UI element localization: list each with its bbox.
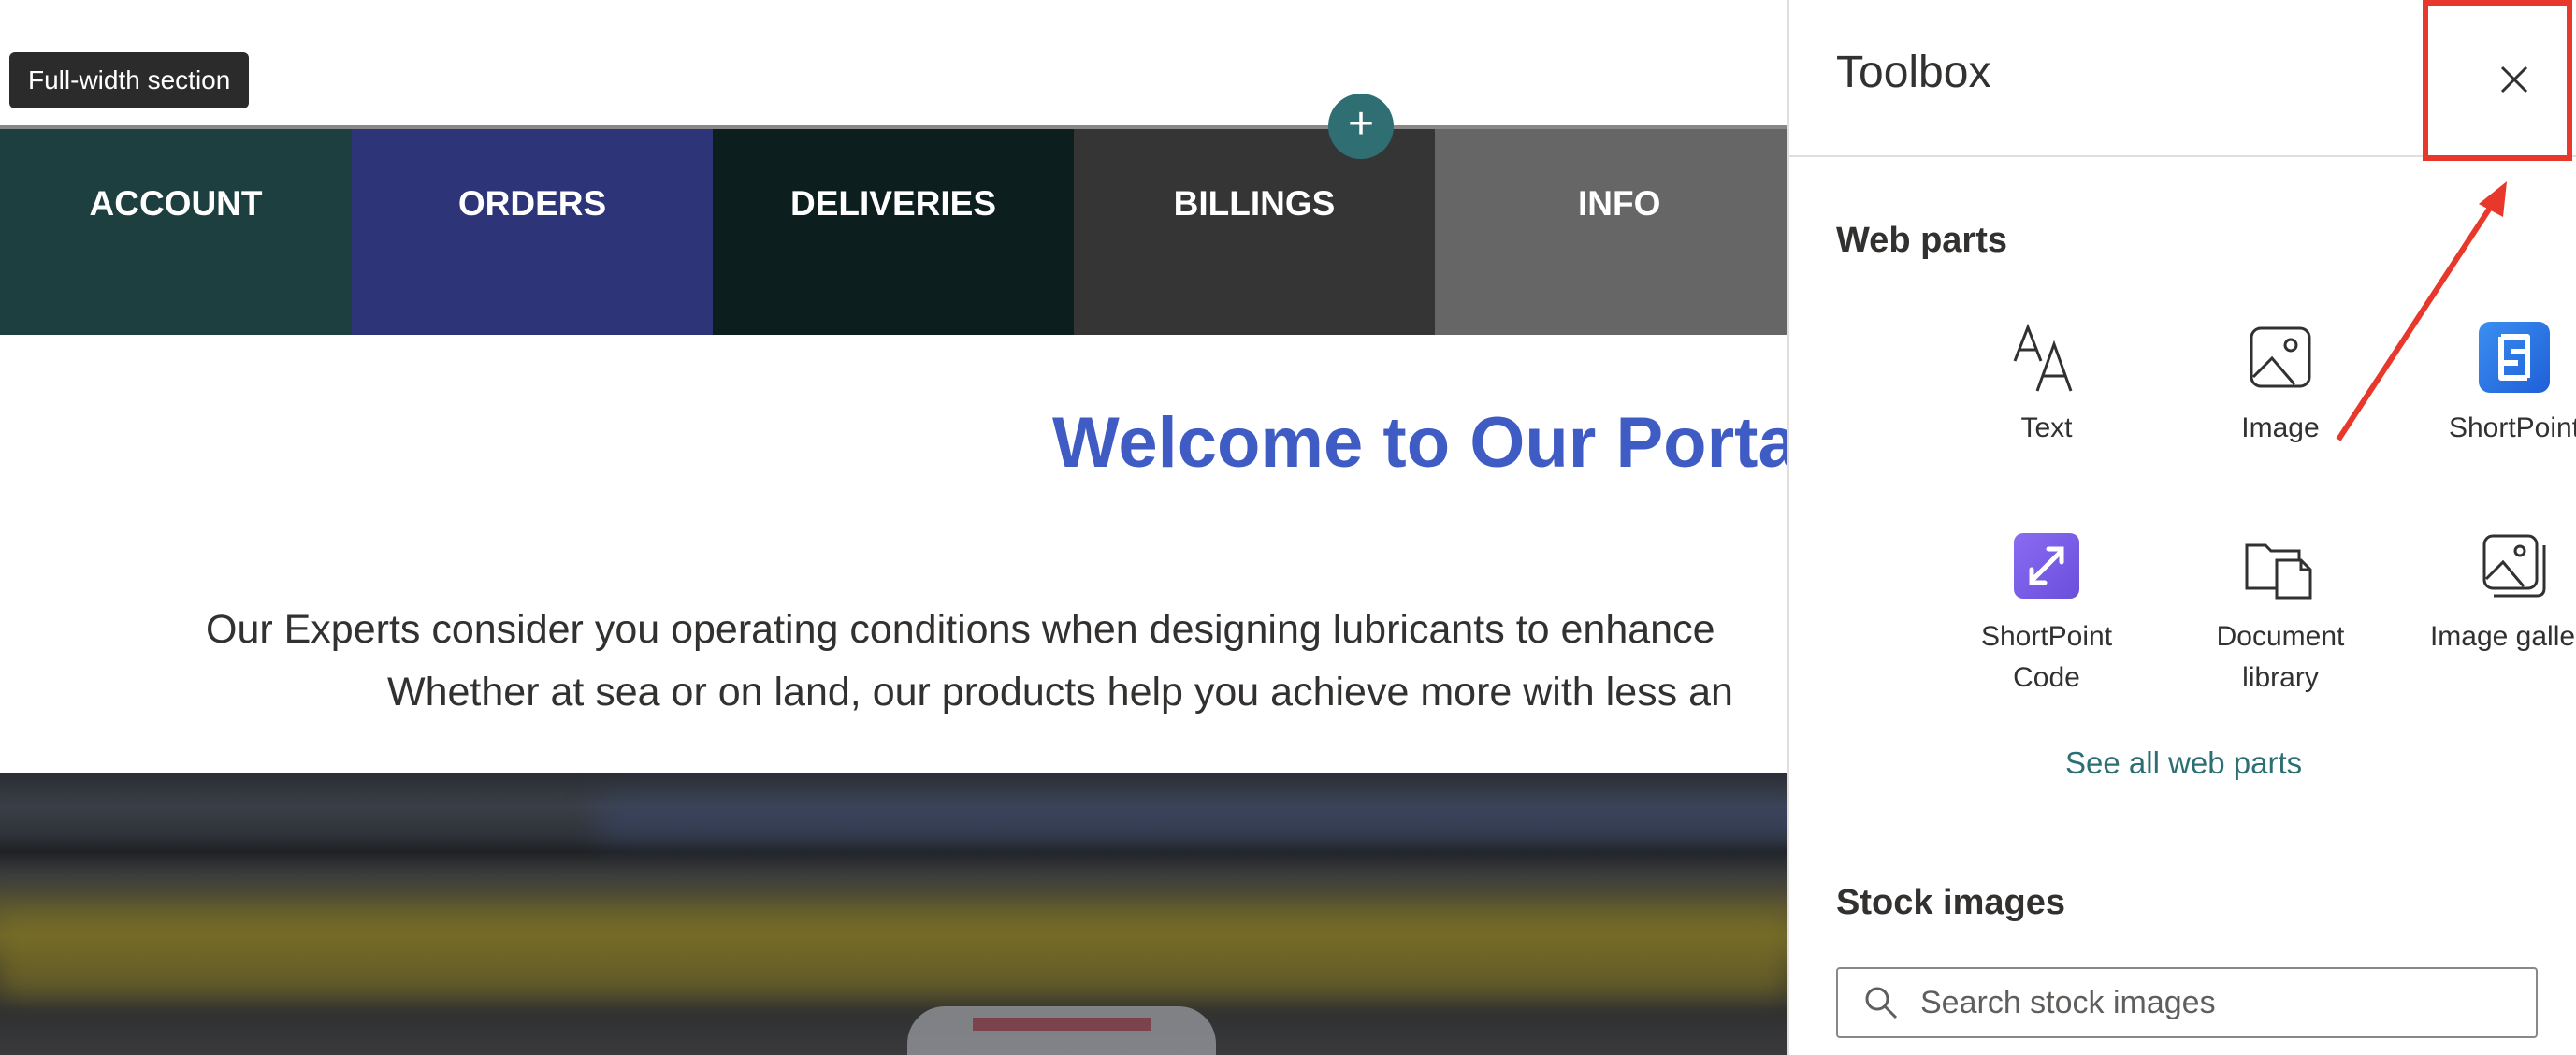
web-part-shortpoint-code[interactable]: ShortPoint Code [1944, 528, 2149, 699]
add-section-button[interactable]: + [1328, 94, 1394, 159]
web-part-shortpoint[interactable]: ShortPoint [2411, 320, 2576, 449]
nav-tile-deliveries[interactable]: DELIVERIES [713, 129, 1074, 335]
close-button-highlight [2423, 0, 2572, 161]
shortpoint-code-icon [2009, 528, 2084, 603]
web-part-label: Document library [2216, 621, 2345, 693]
intro-line-1: Our Experts consider you operating condi… [206, 607, 1715, 652]
document-library-icon [2243, 528, 2318, 603]
welcome-heading: Welcome to Our Porta [1052, 403, 1787, 483]
intro-line-2: Whether at sea or on land, our products … [387, 670, 1733, 715]
nav-tile-label: ACCOUNT [89, 184, 263, 223]
nav-tile-orders[interactable]: ORDERS [352, 129, 713, 335]
web-part-document-library[interactable]: Document library [2178, 528, 2383, 699]
shortpoint-icon [2477, 320, 2552, 395]
nav-tiles: ACCOUNT ORDERS DELIVERIES BILLINGS INFO [0, 129, 1787, 335]
see-all-web-parts-link[interactable]: See all web parts [2065, 745, 2302, 781]
web-parts-heading: Web parts [1836, 221, 2008, 260]
web-part-image[interactable]: Image [2178, 320, 2383, 449]
image-gallery-icon [2477, 528, 2552, 603]
nav-tile-billings[interactable]: BILLINGS [1074, 129, 1435, 335]
nav-tile-info[interactable]: INFO [1435, 129, 1787, 335]
stock-images-search[interactable] [1836, 967, 2538, 1038]
plus-icon: + [1347, 99, 1375, 149]
web-part-image-gallery[interactable]: Image gallery [2411, 528, 2576, 658]
toolbox-title: Toolbox [1836, 48, 1991, 97]
web-part-label: Image gallery [2429, 621, 2576, 652]
web-part-label: Text [2020, 412, 2073, 443]
hero-image [0, 773, 1787, 1055]
search-icon [1865, 987, 1898, 1019]
nav-tile-label: ORDERS [457, 184, 607, 223]
text-icon [2009, 320, 2084, 395]
nav-tile-label: DELIVERIES [790, 184, 996, 223]
web-part-label: ShortPoint [2448, 412, 2576, 443]
nav-tile-label: INFO [1578, 184, 1661, 223]
page-canvas: Full-width section + ACCOUNT ORDERS DELI… [0, 0, 1787, 1055]
web-part-label: Image [2241, 412, 2320, 443]
section-tag: Full-width section [9, 52, 250, 108]
stock-images-heading: Stock images [1836, 883, 2065, 922]
image-icon [2243, 320, 2318, 395]
stock-images-search-input[interactable] [1918, 983, 2502, 1022]
nav-tile-account[interactable]: ACCOUNT [0, 129, 352, 335]
nav-tile-label: BILLINGS [1173, 184, 1336, 223]
web-part-text[interactable]: Text [1944, 320, 2149, 449]
web-part-label: ShortPoint Code [1980, 621, 2113, 693]
